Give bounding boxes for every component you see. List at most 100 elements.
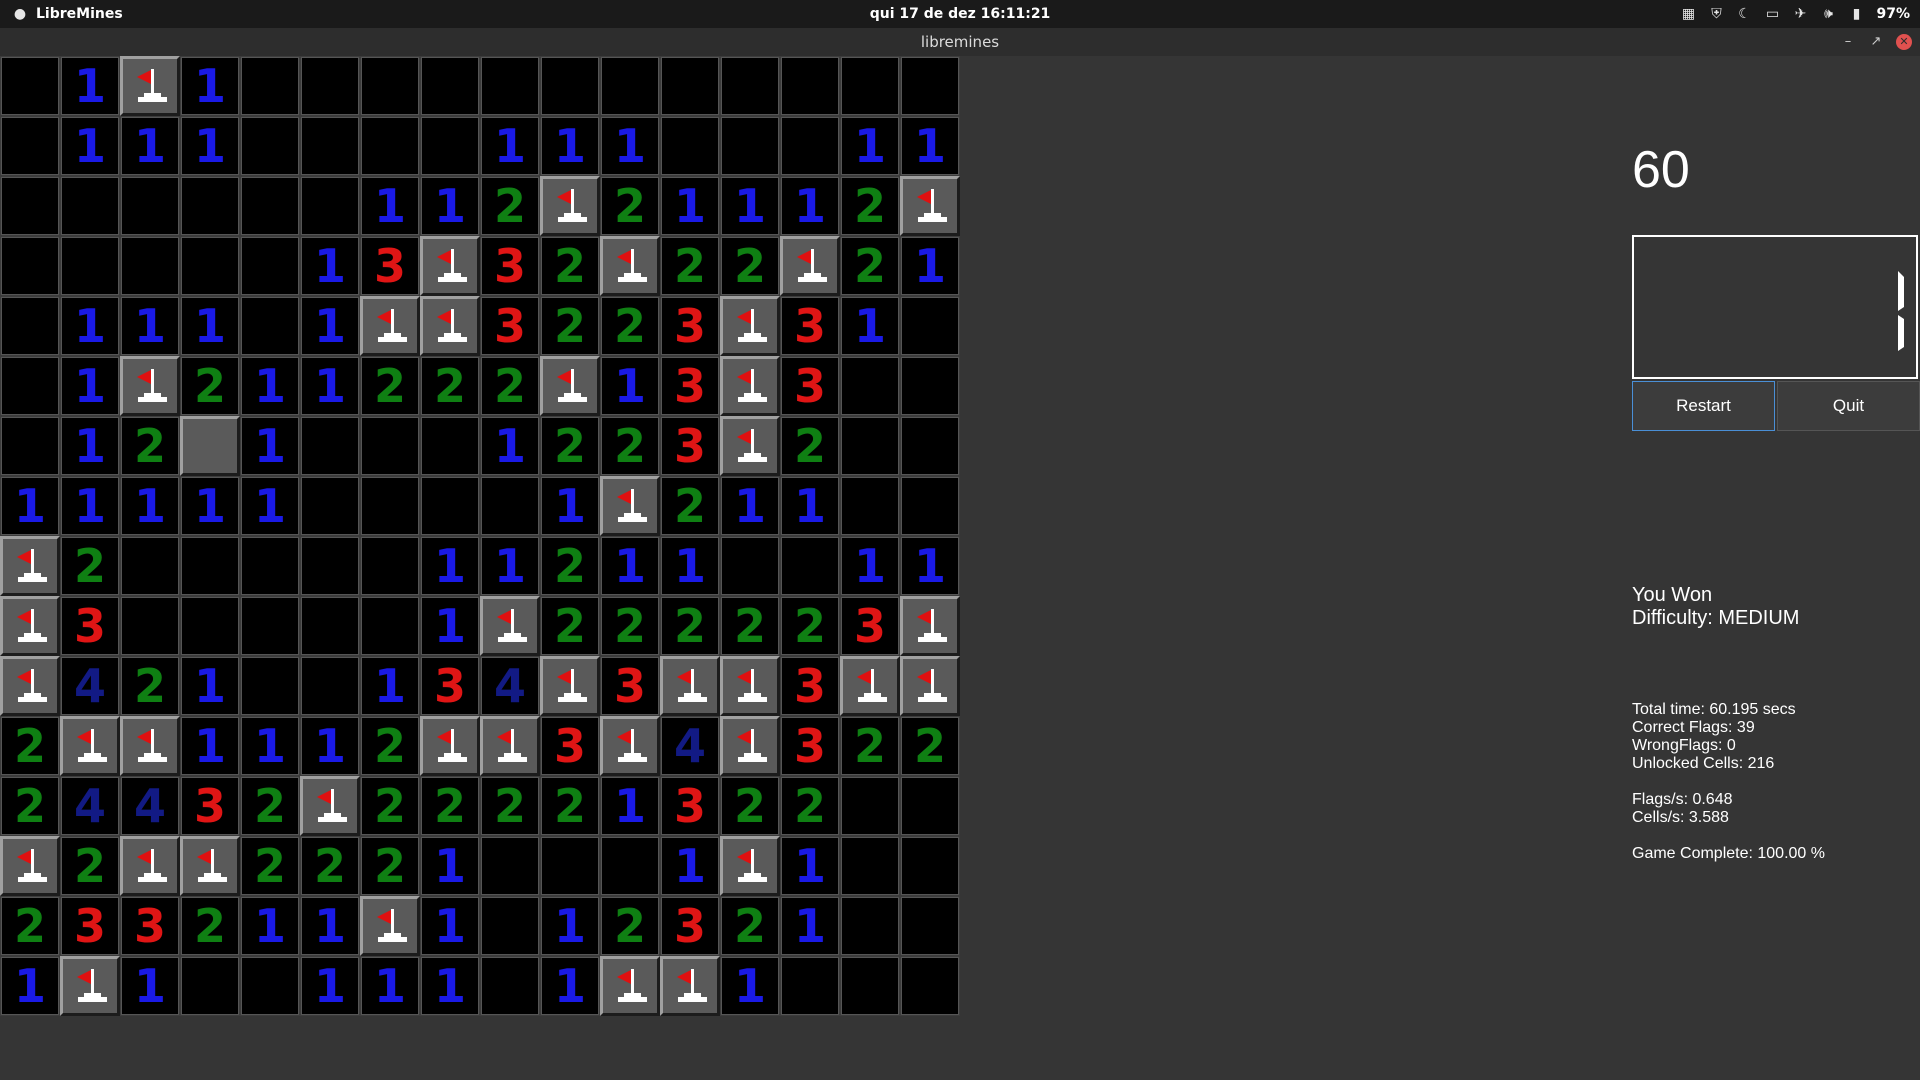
empty-cell[interactable] (900, 836, 960, 896)
empty-cell[interactable] (360, 596, 420, 656)
empty-cell[interactable] (240, 176, 300, 236)
number-cell[interactable]: 2 (240, 776, 300, 836)
number-cell[interactable]: 1 (480, 536, 540, 596)
number-cell[interactable]: 2 (0, 716, 60, 776)
number-cell[interactable]: 1 (780, 176, 840, 236)
number-cell[interactable]: 2 (240, 836, 300, 896)
volume-icon[interactable]: 🕪 (1820, 6, 1836, 22)
number-cell[interactable]: 3 (660, 896, 720, 956)
number-cell[interactable]: 2 (900, 716, 960, 776)
number-cell[interactable]: 3 (660, 776, 720, 836)
close-icon[interactable]: ✕ (1896, 34, 1912, 50)
number-cell[interactable]: 1 (720, 956, 780, 1016)
app-menu[interactable]: ● LibreMines (12, 0, 123, 28)
flagged-cell[interactable] (480, 716, 540, 776)
number-cell[interactable]: 4 (60, 776, 120, 836)
empty-cell[interactable] (900, 956, 960, 1016)
number-cell[interactable]: 1 (540, 956, 600, 1016)
battery-icon[interactable]: ▮ (1848, 6, 1864, 22)
number-cell[interactable]: 1 (420, 956, 480, 1016)
empty-cell[interactable] (540, 836, 600, 896)
number-cell[interactable]: 2 (540, 416, 600, 476)
empty-cell[interactable] (240, 56, 300, 116)
empty-cell[interactable] (840, 956, 900, 1016)
restart-button[interactable]: Restart (1632, 381, 1775, 431)
flagged-cell[interactable] (600, 476, 660, 536)
number-cell[interactable]: 1 (840, 116, 900, 176)
number-cell[interactable]: 2 (120, 416, 180, 476)
empty-cell[interactable] (180, 956, 240, 1016)
number-cell[interactable]: 2 (180, 896, 240, 956)
empty-cell[interactable] (840, 56, 900, 116)
empty-cell[interactable] (840, 356, 900, 416)
number-cell[interactable]: 3 (780, 656, 840, 716)
number-cell[interactable]: 1 (60, 416, 120, 476)
empty-cell[interactable] (660, 116, 720, 176)
empty-cell[interactable] (240, 236, 300, 296)
number-cell[interactable]: 1 (240, 476, 300, 536)
number-cell[interactable]: 2 (420, 776, 480, 836)
empty-cell[interactable] (120, 176, 180, 236)
empty-cell[interactable] (300, 536, 360, 596)
flagged-cell[interactable] (900, 656, 960, 716)
empty-cell[interactable] (900, 416, 960, 476)
empty-cell[interactable] (480, 896, 540, 956)
number-cell[interactable]: 3 (780, 356, 840, 416)
number-cell[interactable]: 2 (600, 596, 660, 656)
number-cell[interactable]: 3 (480, 296, 540, 356)
number-cell[interactable]: 1 (660, 836, 720, 896)
empty-cell[interactable] (0, 176, 60, 236)
empty-cell[interactable] (240, 296, 300, 356)
empty-cell[interactable] (0, 296, 60, 356)
number-cell[interactable]: 2 (540, 776, 600, 836)
number-cell[interactable]: 3 (780, 296, 840, 356)
number-cell[interactable]: 1 (300, 896, 360, 956)
flagged-cell[interactable] (0, 656, 60, 716)
number-cell[interactable]: 1 (0, 956, 60, 1016)
number-cell[interactable]: 3 (420, 656, 480, 716)
flagged-cell[interactable] (0, 536, 60, 596)
empty-cell[interactable] (360, 116, 420, 176)
number-cell[interactable]: 2 (360, 356, 420, 416)
empty-cell[interactable] (900, 356, 960, 416)
flagged-cell[interactable] (120, 56, 180, 116)
flagged-cell[interactable] (120, 716, 180, 776)
number-cell[interactable]: 2 (600, 176, 660, 236)
empty-cell[interactable] (240, 536, 300, 596)
number-cell[interactable]: 1 (240, 716, 300, 776)
empty-cell[interactable] (720, 56, 780, 116)
number-cell[interactable]: 2 (540, 236, 600, 296)
empty-cell[interactable] (420, 56, 480, 116)
empty-cell[interactable] (420, 116, 480, 176)
flagged-cell[interactable] (720, 356, 780, 416)
number-cell[interactable]: 1 (300, 956, 360, 1016)
maximize-icon[interactable]: ↗ (1868, 34, 1884, 50)
empty-cell[interactable] (600, 56, 660, 116)
number-cell[interactable]: 1 (780, 476, 840, 536)
empty-cell[interactable] (780, 56, 840, 116)
empty-cell[interactable] (180, 176, 240, 236)
flagged-cell[interactable] (180, 836, 240, 896)
empty-cell[interactable] (300, 476, 360, 536)
number-cell[interactable]: 4 (120, 776, 180, 836)
number-cell[interactable]: 2 (600, 416, 660, 476)
number-cell[interactable]: 1 (240, 356, 300, 416)
number-cell[interactable]: 1 (780, 896, 840, 956)
number-cell[interactable]: 2 (360, 716, 420, 776)
empty-cell[interactable] (840, 896, 900, 956)
empty-cell[interactable] (900, 776, 960, 836)
empty-cell[interactable] (480, 476, 540, 536)
flagged-cell[interactable] (660, 956, 720, 1016)
number-cell[interactable]: 3 (780, 716, 840, 776)
empty-cell[interactable] (180, 596, 240, 656)
empty-cell[interactable] (60, 176, 120, 236)
number-cell[interactable]: 2 (480, 356, 540, 416)
number-cell[interactable]: 2 (360, 776, 420, 836)
flagged-cell[interactable] (720, 836, 780, 896)
number-cell[interactable]: 2 (660, 596, 720, 656)
empty-cell[interactable] (120, 236, 180, 296)
flagged-cell[interactable] (300, 776, 360, 836)
empty-cell[interactable] (780, 536, 840, 596)
number-cell[interactable]: 1 (420, 896, 480, 956)
number-cell[interactable]: 1 (480, 416, 540, 476)
